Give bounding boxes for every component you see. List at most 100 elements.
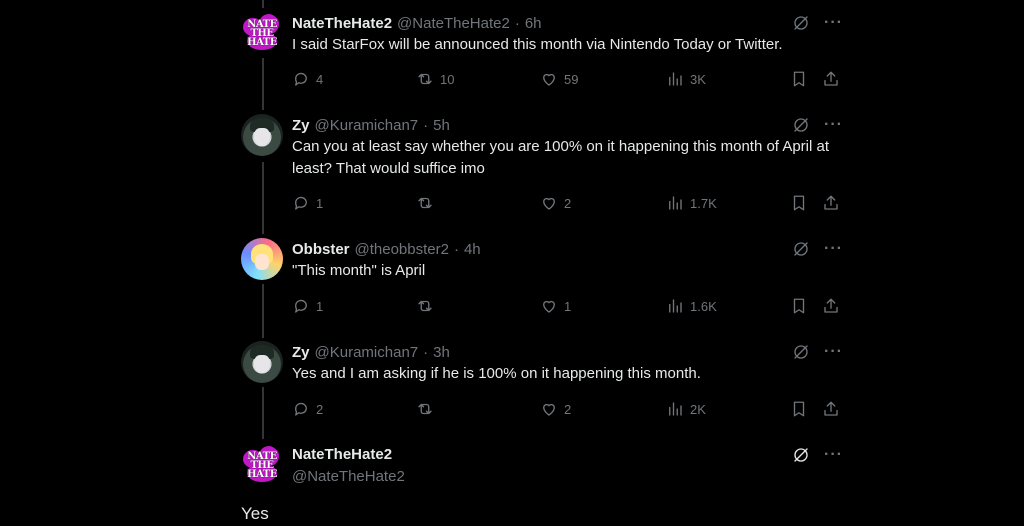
like-count: 2 [564, 195, 572, 211]
reply-button[interactable]: 2 [292, 398, 323, 420]
like-count: 59 [564, 71, 579, 87]
thread-line [262, 0, 264, 8]
reply-button[interactable]: 1 [292, 192, 323, 214]
grok-icon[interactable] [792, 116, 810, 134]
more-options-icon[interactable]: ··· [824, 117, 843, 133]
avatar[interactable] [241, 114, 283, 156]
separator-dot: · [514, 14, 520, 32]
author-name[interactable]: Zy [292, 117, 310, 134]
avatar[interactable] [241, 238, 283, 280]
heart-icon [543, 300, 555, 313]
action-bar: 2 2 2K [292, 398, 843, 420]
reply-count: 2 [316, 401, 324, 417]
main-tweet[interactable]: NATE THE HATE NateTheHate2 @NateTheHate2… [241, 444, 843, 490]
repost-button[interactable] [416, 192, 440, 214]
tweet-text: Can you at least say whether you are 100… [292, 138, 829, 177]
bookmark-icon[interactable] [790, 297, 808, 315]
bookmark-icon[interactable] [790, 400, 808, 418]
author-handle[interactable]: @theobbster2 [355, 241, 449, 258]
timestamp[interactable]: 4h [464, 241, 481, 258]
share-icon[interactable] [822, 297, 840, 315]
repost-button[interactable] [416, 398, 440, 420]
tweet[interactable]: Zy @Kuramichan7 · 3h ··· Yes and I am as… [241, 341, 843, 421]
reply-icon [294, 299, 307, 313]
reply-count: 4 [316, 71, 324, 87]
share-icon[interactable] [822, 400, 840, 418]
reply-count: 1 [316, 195, 324, 211]
author-handle[interactable]: @Kuramichan7 [315, 117, 419, 134]
grok-icon[interactable] [792, 446, 810, 464]
tweet-text: I said StarFox will be announced this mo… [292, 36, 783, 53]
views-count: 1.6K [690, 298, 717, 314]
tweet-text: Yes and I am asking if he is 100% on it … [292, 365, 701, 382]
separator-dot: · [423, 116, 429, 134]
share-icon[interactable] [822, 194, 840, 212]
timestamp[interactable]: 3h [433, 344, 450, 361]
author-handle[interactable]: @Kuramichan7 [315, 344, 419, 361]
author-handle[interactable]: @NateTheHate2 [397, 15, 510, 32]
repost-count: 10 [440, 71, 455, 87]
action-bar: 1 1 1.6K [292, 295, 843, 317]
tweet[interactable]: Obbster @theobbster2 · 4h ··· "This mont… [241, 238, 843, 318]
main-tweet-text: Yes [241, 504, 269, 523]
views-icon [669, 72, 682, 86]
repost-icon [418, 197, 432, 209]
more-options-icon[interactable]: ··· [824, 241, 843, 257]
reply-icon [294, 402, 307, 416]
like-button[interactable]: 2 [540, 192, 571, 214]
author-handle[interactable]: @NateTheHate2 [292, 468, 405, 485]
repost-button[interactable] [416, 295, 440, 317]
heart-icon [543, 403, 555, 416]
timestamp[interactable]: 6h [525, 15, 542, 32]
views-icon [669, 196, 682, 210]
bookmark-icon[interactable] [790, 194, 808, 212]
views-button[interactable]: 3K [666, 68, 706, 90]
views-icon [669, 299, 682, 313]
repost-icon [418, 300, 432, 312]
views-count: 2K [690, 401, 706, 417]
views-count: 3K [690, 71, 706, 87]
timestamp[interactable]: 5h [433, 117, 450, 134]
views-button[interactable]: 2K [666, 398, 706, 420]
tweet-text: "This month" is April [292, 262, 426, 279]
more-options-icon[interactable]: ··· [824, 447, 843, 463]
reply-count: 1 [316, 298, 324, 314]
avatar[interactable] [241, 341, 283, 383]
author-name[interactable]: NateTheHate2 [292, 15, 392, 32]
author-name[interactable]: NateTheHate2 [292, 446, 392, 463]
reply-icon [294, 72, 307, 86]
tweet[interactable]: NATE THE HATE NateTheHate2 @NateTheHate2… [241, 12, 843, 92]
separator-dot: · [423, 343, 429, 361]
action-bar: 4 10 59 3K [292, 68, 843, 90]
heart-icon [543, 73, 555, 86]
action-bar: 1 2 1.7K [292, 192, 843, 214]
repost-icon [418, 403, 432, 415]
like-count: 2 [564, 401, 572, 417]
grok-icon[interactable] [792, 14, 810, 32]
bookmark-icon[interactable] [790, 70, 808, 88]
separator-dot: · [453, 240, 459, 258]
reply-button[interactable]: 1 [292, 295, 323, 317]
avatar[interactable]: NATE THE HATE [241, 444, 283, 486]
heart-icon [543, 197, 555, 210]
avatar-logo: NATE THE HATE [247, 450, 277, 480]
author-name[interactable]: Obbster [292, 241, 350, 258]
views-button[interactable]: 1.6K [666, 295, 717, 317]
grok-icon[interactable] [792, 343, 810, 361]
grok-icon[interactable] [792, 240, 810, 258]
avatar-logo: NATE THE HATE [247, 18, 277, 48]
like-button[interactable]: 1 [540, 295, 571, 317]
like-button[interactable]: 59 [540, 68, 578, 90]
more-options-icon[interactable]: ··· [824, 344, 843, 360]
avatar[interactable]: NATE THE HATE [241, 12, 283, 54]
views-button[interactable]: 1.7K [666, 192, 717, 214]
repost-button[interactable]: 10 [416, 68, 454, 90]
repost-icon [418, 73, 432, 85]
like-button[interactable]: 2 [540, 398, 571, 420]
reply-button[interactable]: 4 [292, 68, 323, 90]
views-count: 1.7K [690, 195, 717, 211]
share-icon[interactable] [822, 70, 840, 88]
author-name[interactable]: Zy [292, 344, 310, 361]
tweet[interactable]: Zy @Kuramichan7 · 5h ··· Can you at leas… [241, 114, 843, 218]
more-options-icon[interactable]: ··· [824, 15, 843, 31]
